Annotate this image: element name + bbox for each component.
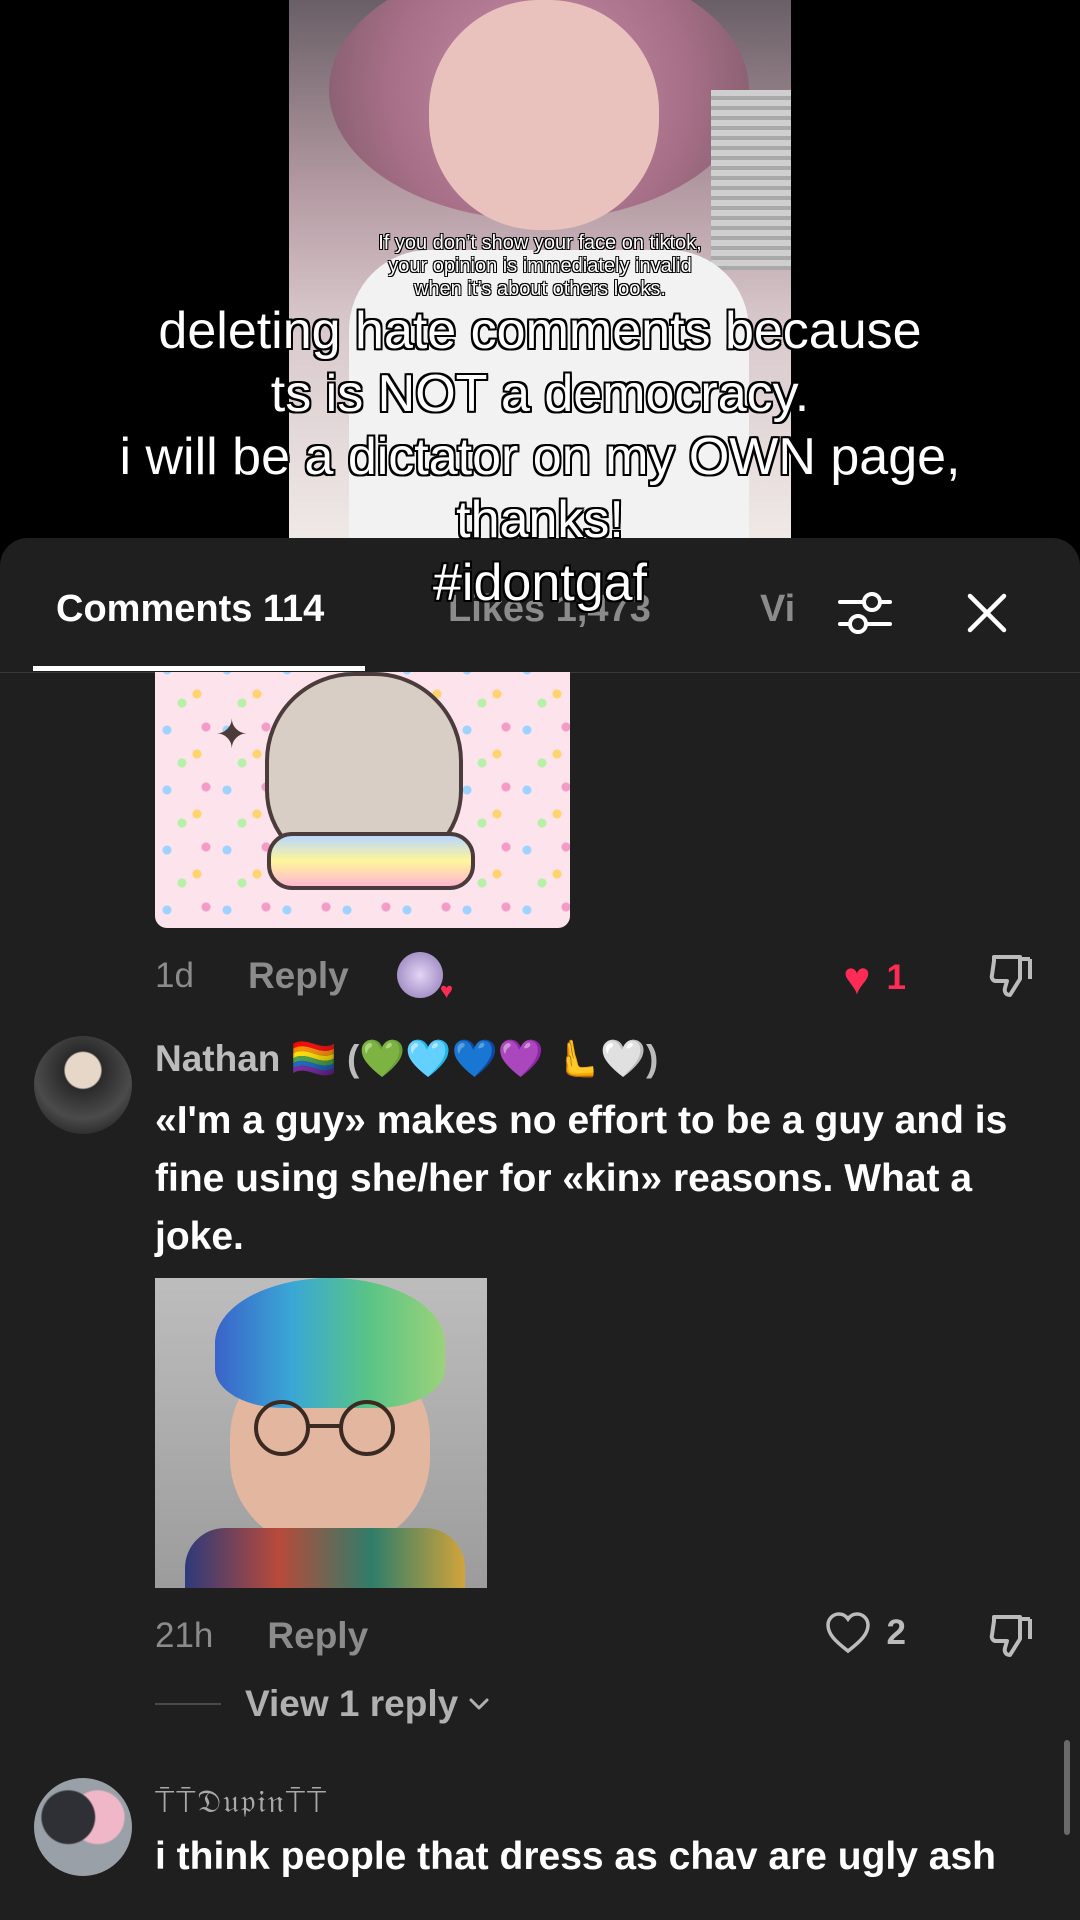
like-button[interactable]: 2 xyxy=(825,1611,906,1655)
reply-button[interactable]: Reply xyxy=(248,955,349,997)
like-count: 2 xyxy=(886,1613,906,1652)
reply-button[interactable]: Reply xyxy=(267,1615,368,1657)
sticker-rainbow-tail xyxy=(267,832,475,890)
comment-meta: 21h Reply xyxy=(155,1611,368,1661)
avatar[interactable] xyxy=(34,1778,132,1876)
comment-username[interactable]: ⍑⍑𝔇𝔲𝔭𝔦𝔫⍑⍑ xyxy=(155,1782,328,1821)
glasses-shape xyxy=(254,1400,395,1456)
comment-time: 21h xyxy=(155,1616,214,1655)
heart-filled-icon: ♥ xyxy=(439,978,453,1003)
comment-sticker-image[interactable]: ✦ xyxy=(155,672,570,928)
heart-outline-icon xyxy=(825,1612,870,1654)
comments-sheet: Comments 114 Likes 1,473 Vi ✦ 1d Reply ♥ xyxy=(0,538,1080,1920)
comment-username[interactable]: Nathan 🏳️‍🌈 (💚🩵💙💜 🫷🤍) xyxy=(155,1038,658,1081)
comment-meta: 1d Reply xyxy=(155,951,349,1001)
reply-thread-line xyxy=(155,1703,221,1705)
avatar[interactable] xyxy=(34,1036,132,1134)
scrollbar[interactable] xyxy=(1064,1740,1070,1835)
comment-time: 1d xyxy=(155,956,194,995)
photo-hair xyxy=(215,1278,445,1408)
comment-text: i think people that dress as chav are ug… xyxy=(155,1835,996,1878)
view-replies-label: View 1 reply xyxy=(245,1683,459,1724)
thumbs-down-icon[interactable] xyxy=(986,951,1036,1001)
video-caption: If you don’t show your face on tiktok, y… xyxy=(378,232,702,300)
view-replies-button[interactable]: View 1 reply xyxy=(155,1683,492,1725)
video-subject-face xyxy=(429,0,659,230)
chevron-down-icon xyxy=(469,1698,489,1710)
comment-list[interactable]: ✦ 1d Reply ♥ ♥ 1 Nathan 🏳️‍🌈 (💚🩵💙💜 🫷🤍) «… xyxy=(0,672,1080,1920)
comment-text: «I'm a guy» makes no effort to be a guy … xyxy=(155,1099,1008,1258)
sparkle-icon: ✦ xyxy=(215,713,249,757)
overlay-caption: deleting hate comments because ts is NOT… xyxy=(119,302,961,612)
like-count: 1 xyxy=(886,958,906,997)
creator-liked-avatar: ♥ xyxy=(397,952,453,1003)
comment-photo[interactable] xyxy=(155,1278,487,1588)
photo-shirt xyxy=(185,1528,465,1588)
like-button[interactable]: ♥ 1 xyxy=(843,951,906,1005)
active-tab-indicator xyxy=(33,666,365,671)
heart-filled-icon: ♥ xyxy=(843,952,871,1004)
thumbs-down-icon[interactable] xyxy=(986,1611,1036,1661)
